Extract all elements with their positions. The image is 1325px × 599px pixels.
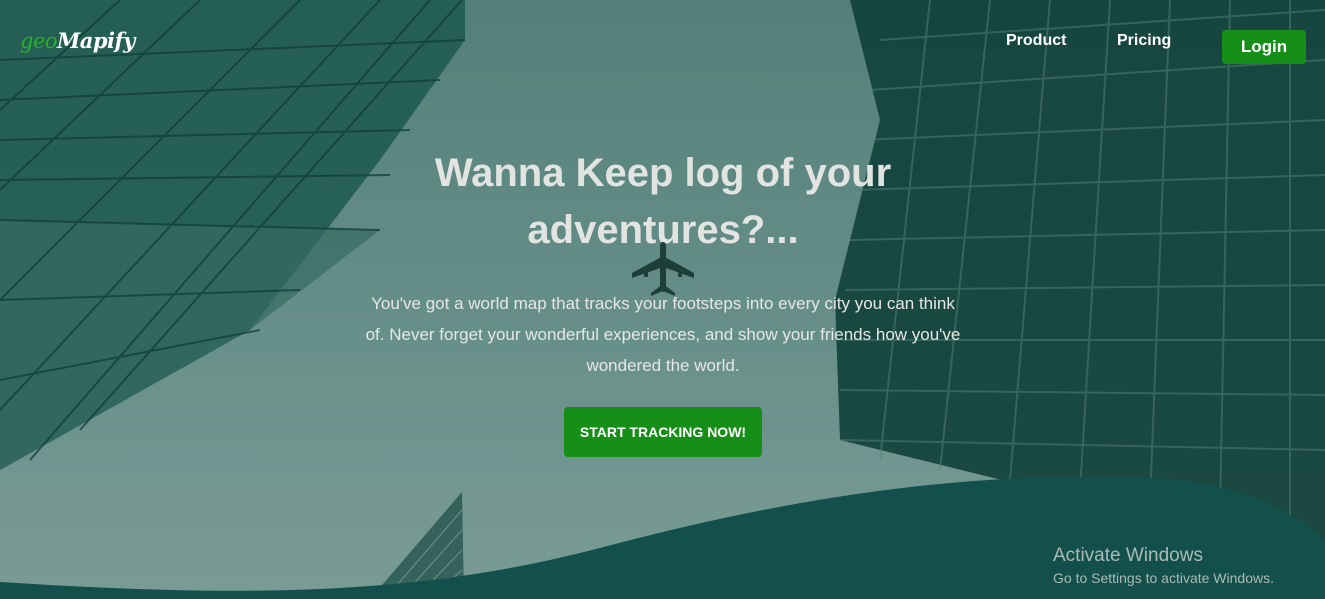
activate-windows-watermark: Activate Windows Go to Settings to activ… (1053, 544, 1274, 588)
hero-section: geoMapify Product Pricing Login Wanna Ke… (0, 0, 1325, 599)
watermark-subtitle: Go to Settings to activate Windows. (1053, 570, 1274, 586)
nav-pricing-link[interactable]: Pricing (1117, 32, 1171, 50)
hero-description: You've got a world map that tracks your … (365, 294, 961, 375)
start-tracking-button[interactable]: START TRACKING NOW! (564, 407, 762, 457)
brand-prefix: geo (20, 29, 58, 53)
brand-name: Mapify (57, 28, 135, 53)
watermark-title: Activate Windows (1053, 545, 1203, 566)
nav-product-link[interactable]: Product (1006, 32, 1066, 50)
login-button[interactable]: Login (1222, 30, 1306, 64)
brand-logo[interactable]: geoMapify (20, 28, 135, 53)
